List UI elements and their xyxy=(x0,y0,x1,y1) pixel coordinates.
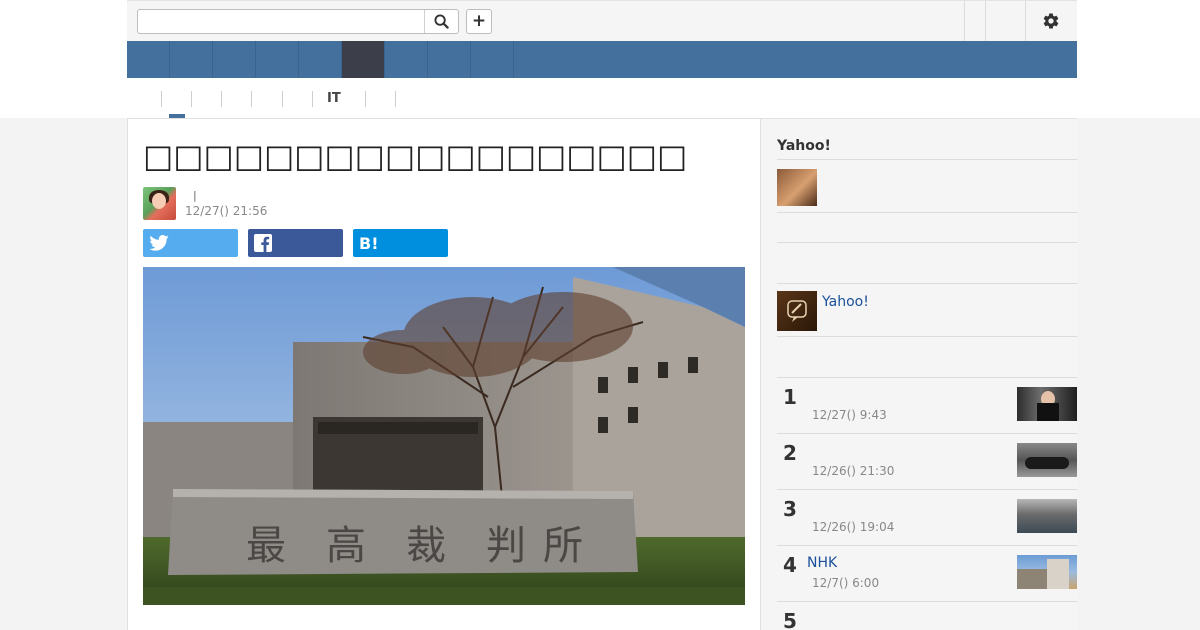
nav-item[interactable] xyxy=(471,41,514,78)
rank-number: 4 xyxy=(783,553,797,577)
nav-item[interactable] xyxy=(428,41,471,78)
rank-thumbnail[interactable] xyxy=(1017,499,1077,533)
divider xyxy=(777,159,1077,160)
author-avatar[interactable] xyxy=(143,187,176,220)
search-input[interactable] xyxy=(138,10,425,33)
divider xyxy=(777,377,1077,378)
sidebar-title: Yahoo! xyxy=(777,138,831,154)
subnav-item[interactable] xyxy=(221,91,236,107)
divider xyxy=(777,336,1077,337)
gear-icon xyxy=(1043,13,1059,29)
divider xyxy=(777,212,1077,213)
nav-item[interactable] xyxy=(127,41,170,78)
feather-pen-icon[interactable] xyxy=(777,291,817,331)
rank-thumbnail[interactable] xyxy=(1017,443,1077,477)
plus-icon: + xyxy=(471,11,487,31)
svg-text:所: 所 xyxy=(543,523,583,569)
rank-number: 1 xyxy=(783,385,797,409)
rank-title[interactable]: NHK xyxy=(807,555,837,571)
subnav-item[interactable] xyxy=(282,91,297,107)
rank-number: 2 xyxy=(783,441,797,465)
rank-number: 5 xyxy=(783,609,797,630)
subnav-item[interactable] xyxy=(161,91,176,107)
rank-time: 12/27() 9:43 xyxy=(812,408,887,422)
search-bar: + xyxy=(127,0,1077,41)
subnav-item[interactable] xyxy=(191,91,206,107)
rank-time: 12/26() 19:04 xyxy=(812,520,895,534)
yahoo-link[interactable]: Yahoo! xyxy=(822,294,869,310)
hatena-icon: B! xyxy=(359,233,379,253)
search-button[interactable] xyxy=(424,10,458,33)
twitter-icon xyxy=(149,235,169,251)
rank-thumbnail[interactable] xyxy=(1017,555,1077,589)
author-separator: | xyxy=(193,189,197,202)
sidebar: Yahoo! Yahoo! 1 12/27() 9:43 2 12/26() 2… xyxy=(761,118,1077,630)
divider xyxy=(777,489,1077,490)
sub-nav: IT xyxy=(127,88,1077,118)
publish-time: 12/27() 21:56 xyxy=(185,204,268,218)
svg-text:判: 判 xyxy=(486,523,526,569)
rank-time: 12/7() 6:00 xyxy=(812,576,880,590)
article-headline: □□□□□□□□□□□□□□□□□□ xyxy=(143,137,688,175)
divider xyxy=(777,433,1077,434)
svg-text:高: 高 xyxy=(326,523,366,569)
subnav-item[interactable] xyxy=(395,91,410,107)
category-nav xyxy=(127,41,1077,78)
nav-item[interactable] xyxy=(385,41,428,78)
rank-time: 12/26() 21:30 xyxy=(812,464,895,478)
nav-item-active[interactable] xyxy=(342,41,385,78)
twitter-share-button[interactable] xyxy=(143,229,238,257)
nav-item[interactable] xyxy=(256,41,299,78)
search-icon xyxy=(434,14,449,29)
subnav-item-it[interactable]: IT xyxy=(312,91,341,107)
search-box xyxy=(137,9,459,34)
subnav-item[interactable] xyxy=(251,91,266,107)
author-thumbnail[interactable] xyxy=(777,169,817,206)
article-photo: 最高裁判所 xyxy=(143,267,745,605)
svg-text:最: 最 xyxy=(246,523,286,569)
divider xyxy=(777,283,1077,284)
divider xyxy=(1025,1,1026,41)
svg-text:裁: 裁 xyxy=(406,523,446,569)
rank-number: 3 xyxy=(783,497,797,521)
divider xyxy=(985,1,986,41)
divider xyxy=(964,1,965,41)
divider xyxy=(777,242,1077,243)
hatena-bookmark-button[interactable]: B! xyxy=(353,229,448,257)
rank-thumbnail[interactable] xyxy=(1017,387,1077,421)
nav-item[interactable] xyxy=(213,41,256,78)
subnav-item[interactable] xyxy=(365,91,380,107)
article: □□□□□□□□□□□□□□□□□□ | 12/27() 21:56 B! 最 … xyxy=(127,118,761,630)
facebook-icon xyxy=(254,234,272,252)
divider xyxy=(777,601,1077,602)
nav-item[interactable] xyxy=(299,41,342,78)
divider xyxy=(777,545,1077,546)
nav-item[interactable] xyxy=(170,41,213,78)
settings-button[interactable] xyxy=(1041,11,1061,31)
facebook-share-button[interactable] xyxy=(248,229,343,257)
add-button[interactable]: + xyxy=(466,9,492,34)
